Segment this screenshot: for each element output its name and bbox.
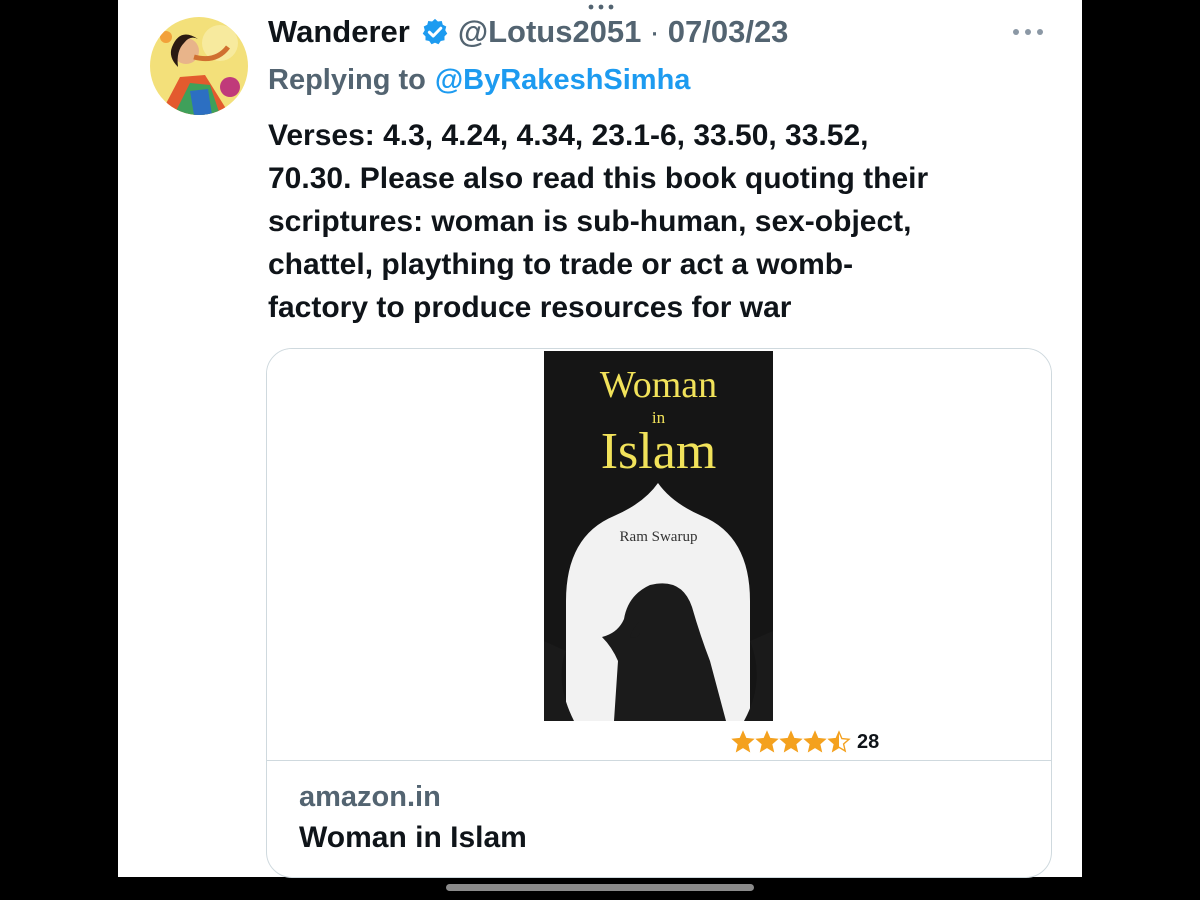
user-handle[interactable]: @Lotus2051	[458, 14, 642, 50]
tweet-text-line: factory to produce resources for war	[268, 291, 792, 324]
verified-badge-icon	[420, 17, 450, 47]
tweet-text-line: 70.30. Please also read this book quotin…	[268, 162, 929, 195]
rating-count: 28	[857, 730, 880, 753]
star-icon	[755, 730, 779, 753]
display-name[interactable]: Wanderer	[268, 14, 410, 50]
screen: Wanderer @Lotus2051 · 07/03/23 Replying …	[0, 0, 1200, 900]
tweet-date[interactable]: 07/03/23	[668, 14, 789, 50]
tweet-text-line: scriptures: woman is sub-human, sex-obje…	[268, 205, 912, 238]
tweet-text-line: Verses: 4.3, 4.24, 4.34, 23.1-6, 33.50, …	[268, 119, 869, 152]
star-rating	[731, 730, 851, 754]
card-divider	[267, 760, 1051, 761]
rating: 28	[731, 729, 879, 755]
star-icon	[803, 730, 827, 753]
card-title[interactable]: Woman in Islam	[299, 821, 527, 855]
reply-prefix: Replying to	[268, 63, 426, 96]
tweet-text: Verses: 4.3, 4.24, 4.34, 23.1-6, 33.50, …	[268, 114, 1048, 329]
header-separator: ·	[649, 14, 660, 49]
card-media[interactable]: Woman in Islam Ram Swarup 28	[267, 349, 1051, 759]
book-cover-title-word: Islam	[600, 423, 717, 480]
star-icon	[827, 730, 851, 753]
book-cover-author: Ram Swarup	[619, 529, 698, 545]
more-options-icon[interactable]	[1008, 22, 1048, 42]
book-cover-image: Woman in Islam Ram Swarup	[544, 351, 773, 721]
replying-to: Replying to @ByRakeshSimha	[268, 58, 690, 102]
star-icon	[731, 730, 755, 753]
card-domain: amazon.in	[299, 781, 441, 813]
home-indicator[interactable]	[446, 884, 754, 891]
reply-to-handle-link[interactable]: @ByRakeshSimha	[435, 64, 691, 97]
star-icon	[779, 730, 803, 753]
avatar[interactable]	[150, 17, 248, 115]
link-preview-card[interactable]: Woman in Islam Ram Swarup 28 amazon.in W…	[266, 348, 1052, 878]
tweet-header: Wanderer @Lotus2051 · 07/03/23	[268, 10, 788, 54]
book-cover-title-word: Woman	[599, 364, 718, 406]
tweet-text-line: chattel, plaything to trade or act a wom…	[268, 248, 854, 281]
